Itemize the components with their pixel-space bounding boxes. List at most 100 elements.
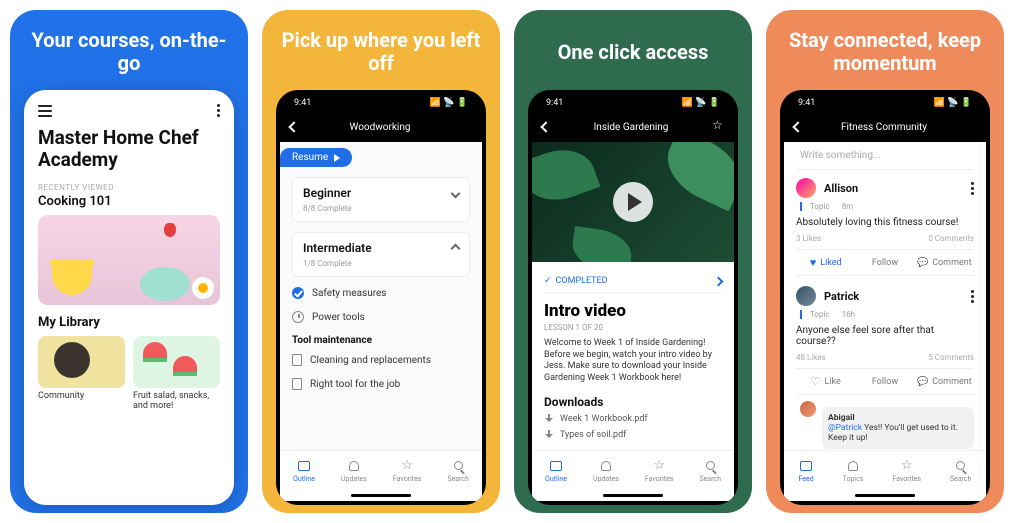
topics-icon — [848, 461, 858, 471]
post-more-icon[interactable] — [971, 182, 974, 195]
play-button[interactable] — [613, 182, 653, 222]
post-author[interactable]: Allison — [824, 182, 858, 195]
nav-updates[interactable]: Updates — [593, 459, 619, 483]
community-title: Fitness Community — [841, 122, 927, 133]
screen-1: Master Home Chef Academy RECENTLY VIEWED… — [24, 90, 234, 505]
download-item[interactable]: Types of soil.pdf — [544, 427, 722, 443]
nav-topics[interactable]: Topics — [843, 459, 864, 483]
library-thumb — [133, 336, 220, 388]
nav-favorites[interactable]: ☆Favorites — [892, 459, 921, 483]
screen-4: Write something... Allison Topic8m Absol… — [784, 142, 986, 501]
status-time: 9:41 — [798, 98, 815, 108]
headline-4: Stay connected, keep momentum — [780, 28, 990, 76]
download-icon — [544, 414, 554, 424]
favorite-icon[interactable] — [712, 121, 724, 133]
video-player[interactable] — [532, 142, 734, 262]
recent-label: RECENTLY VIEWED — [38, 183, 220, 192]
like-button[interactable]: ♥Liked — [796, 250, 855, 275]
library-card-fruit[interactable]: Fruit salad, snacks, and more! — [133, 336, 220, 412]
more-icon[interactable] — [217, 104, 220, 117]
reply: Abigail @Patrick Yes!! You'll get used t… — [822, 407, 974, 449]
check-icon — [292, 287, 304, 299]
search-icon — [956, 461, 965, 470]
post-author[interactable]: Patrick — [824, 290, 859, 303]
feed-icon — [800, 461, 812, 471]
status-bar: 9:41 📶 📡 🔋 — [280, 94, 482, 112]
status-bar: 9:41 📶 📡 🔋 — [784, 94, 986, 112]
library-label: Community — [38, 392, 125, 402]
nav-updates[interactable]: Updates — [341, 459, 367, 483]
course-header: Inside Gardening — [532, 112, 734, 142]
lesson-title: Intro video — [544, 301, 722, 321]
lesson-subtitle: LESSON 1 of 20 — [544, 323, 722, 332]
phone-frame-2: 9:41 📶 📡 🔋 Woodworking Resume Beginner 8… — [276, 90, 486, 505]
next-icon[interactable] — [714, 276, 724, 286]
back-icon[interactable] — [540, 121, 551, 132]
nav-search[interactable]: Search — [447, 459, 469, 483]
course-header: Woodworking — [280, 112, 482, 142]
level-intermediate[interactable]: Intermediate 1/8 Complete — [292, 232, 470, 277]
completed-badge: ✓ COMPLETED — [544, 276, 608, 286]
avatar[interactable] — [796, 178, 816, 198]
home-indicator — [603, 494, 663, 497]
headline-1: Your courses, on-the-go — [24, 28, 234, 76]
nav-favorites[interactable]: ☆Favorites — [645, 459, 674, 483]
app-title: Master Home Chef Academy — [38, 127, 220, 171]
lesson-item[interactable]: Cleaning and replacements — [292, 348, 470, 372]
level-beginner[interactable]: Beginner 8/8 Complete — [292, 177, 470, 222]
reply-author[interactable]: Abigail — [828, 413, 968, 423]
compose-input[interactable]: Write something... — [796, 142, 974, 170]
document-icon — [292, 354, 302, 366]
document-icon — [292, 378, 302, 390]
comment-button[interactable]: 💬 Comment — [915, 369, 974, 394]
lesson-item[interactable]: Right tool for the job — [292, 372, 470, 396]
mention[interactable]: @Patrick — [828, 423, 862, 433]
panel-community: Stay connected, keep momentum 9:41 📶 📡 🔋… — [766, 10, 1004, 513]
library-header: My Library — [38, 315, 220, 330]
lesson-label: Cleaning and replacements — [310, 355, 431, 366]
post-body: Anyone else feel sore after that course?… — [796, 325, 974, 347]
lesson-label: Right tool for the job — [310, 379, 400, 390]
follow-button[interactable]: Follow — [855, 369, 914, 394]
like-count: 48 Likes — [796, 353, 826, 362]
star-icon: ☆ — [900, 459, 914, 473]
post: Allison Topic8m Absolutely loving this f… — [796, 178, 974, 276]
nav-search[interactable]: Search — [699, 459, 721, 483]
avatar[interactable] — [800, 401, 816, 417]
headline-2: Pick up where you left off — [276, 28, 486, 76]
book-icon — [298, 461, 310, 471]
lesson-item[interactable]: Power tools — [292, 305, 470, 329]
nav-feed[interactable]: Feed — [799, 459, 814, 483]
bottom-nav: Feed Topics ☆Favorites Search — [784, 450, 986, 490]
nav-search[interactable]: Search — [950, 459, 972, 483]
library-label: Fruit salad, snacks, and more! — [133, 392, 220, 412]
resume-button[interactable]: Resume — [280, 148, 352, 167]
chevron-up-icon — [451, 243, 461, 253]
book-icon — [550, 461, 562, 471]
star-icon: ☆ — [652, 459, 666, 473]
lesson-item[interactable]: Safety measures — [292, 281, 470, 305]
back-icon[interactable] — [792, 121, 803, 132]
bottom-nav: Outline Updates ☆Favorites Search — [280, 450, 482, 490]
course-hero-image[interactable] — [38, 215, 220, 305]
bell-icon — [349, 461, 359, 471]
level-name: Beginner — [303, 186, 351, 200]
library-card-community[interactable]: Community — [38, 336, 125, 412]
post-more-icon[interactable] — [971, 290, 974, 303]
status-icons: 📶 📡 🔋 — [682, 98, 720, 108]
back-icon[interactable] — [288, 121, 299, 132]
nav-outline[interactable]: Outline — [545, 459, 567, 483]
lesson-label: Power tools — [312, 312, 365, 323]
like-button[interactable]: ♡Like — [796, 369, 855, 394]
nav-outline[interactable]: Outline — [293, 459, 315, 483]
avatar[interactable] — [796, 286, 816, 306]
recent-course-title[interactable]: Cooking 101 — [38, 194, 220, 209]
nav-favorites[interactable]: ☆Favorites — [393, 459, 422, 483]
comment-button[interactable]: 💬 Comment — [915, 250, 974, 275]
download-item[interactable]: Week 1 Workbook.pdf — [544, 411, 722, 427]
follow-button[interactable]: Follow — [855, 250, 914, 275]
search-icon — [454, 461, 463, 470]
menu-icon[interactable] — [38, 105, 52, 117]
search-icon — [706, 461, 715, 470]
status-time: 9:41 — [546, 98, 563, 108]
